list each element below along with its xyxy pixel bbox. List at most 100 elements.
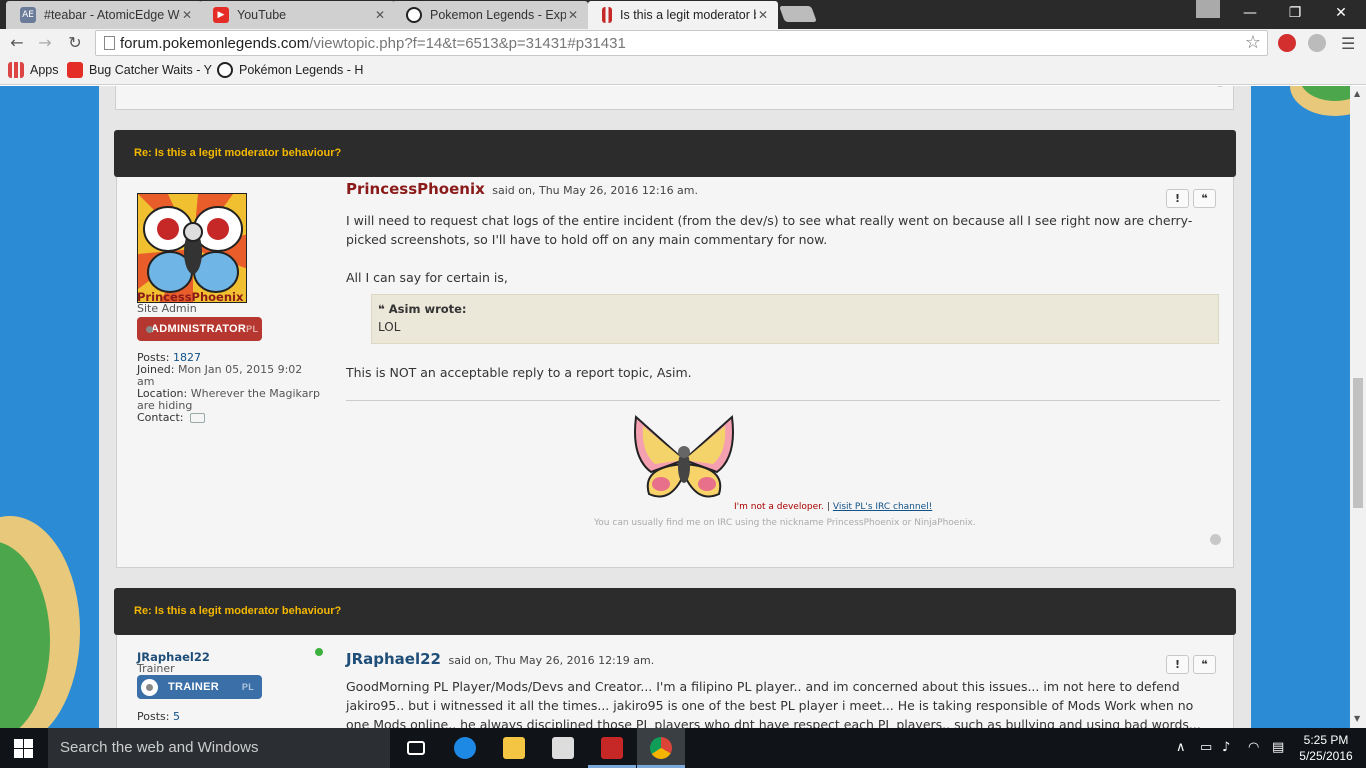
minimize-icon[interactable]: — xyxy=(1227,0,1273,25)
post: PrincessPhoenix Site Admin ADMINISTRATOR… xyxy=(116,177,1234,568)
tab-pokemon-legends[interactable]: Pokemon Legends - Explo ✕ xyxy=(392,1,588,29)
edge-icon[interactable] xyxy=(441,728,489,768)
post-quote: ❝ Asim wrote: LOL xyxy=(371,294,1219,344)
joined-date: Joined: Mon Jan 05, 2015 9:02 am xyxy=(137,363,303,388)
close-icon[interactable]: ✕ xyxy=(756,8,770,22)
windows-start-icon[interactable] xyxy=(14,739,33,758)
atomicedge-app-icon[interactable] xyxy=(588,728,636,768)
post-author-rank: Site Admin xyxy=(137,302,197,315)
youtube-icon: ▶ xyxy=(213,7,229,23)
reload-icon[interactable]: ↻ xyxy=(65,33,85,53)
tab-strip: AE #teabar - AtomicEdge We ✕ ▶ YouTube ✕… xyxy=(0,0,1366,29)
task-view-icon[interactable] xyxy=(392,728,440,768)
post-subject-header: Re: Is this a legit moderator behaviour? xyxy=(114,588,1236,635)
profile-icon[interactable] xyxy=(1196,0,1220,18)
close-icon[interactable]: ✕ xyxy=(180,8,194,22)
clock-date: 5/25/2016 xyxy=(1299,749,1353,763)
post-author-link[interactable]: JRaphael22 xyxy=(346,650,441,668)
url-text[interactable]: forum.pokemonlegends.com/viewtopic.php?f… xyxy=(120,35,626,52)
back-to-top-icon[interactable] xyxy=(1210,534,1221,545)
action-center-icon[interactable]: ▤ xyxy=(1272,740,1284,755)
file-explorer-icon[interactable] xyxy=(490,728,538,768)
wifi-icon[interactable]: ◠ xyxy=(1248,740,1259,755)
post: JRaphael22 Trainer TRAINER PL Posts: 5 J… xyxy=(116,635,1234,728)
quote-button[interactable]: ❝ xyxy=(1193,655,1216,674)
post-author-line: PrincessPhoenix said on, Thu May 26, 201… xyxy=(346,180,699,198)
background-map xyxy=(1250,86,1350,728)
close-icon[interactable]: ✕ xyxy=(373,8,387,22)
tab-title: YouTube xyxy=(237,8,287,22)
post-paragraph: GoodMorning PL Player/Mods/Devs and Crea… xyxy=(346,679,1201,728)
volume-icon[interactable]: ♪ xyxy=(1222,740,1230,755)
tab-title: #teabar - AtomicEdge We xyxy=(44,8,180,22)
scrollbar-thumb[interactable] xyxy=(1353,378,1363,508)
atomicedge-icon: AE xyxy=(20,7,36,23)
contact-bubble-icon[interactable] xyxy=(190,413,206,423)
taskbar-search-box[interactable]: Search the web and Windows xyxy=(48,728,390,768)
quote-button[interactable]: ❝ xyxy=(1193,189,1216,208)
online-status-icon xyxy=(315,648,323,656)
tray-chevron-icon[interactable]: ∧ xyxy=(1176,740,1186,755)
signature-butterfly-image xyxy=(631,412,737,507)
page-viewport: Re: Is this a legit moderator behaviour? xyxy=(0,86,1350,728)
close-window-icon[interactable]: ✕ xyxy=(1318,0,1364,25)
bookmark-pokemon-legends[interactable]: Pokémon Legends - H xyxy=(217,62,363,78)
report-button[interactable]: ! xyxy=(1166,189,1189,208)
forum-content: Re: Is this a legit moderator behaviour? xyxy=(99,86,1251,728)
tab-active-topic[interactable]: Is this a legit moderator b ✕ xyxy=(588,1,778,29)
page-icon xyxy=(104,36,115,50)
signature-divider xyxy=(346,400,1220,401)
tab-youtube[interactable]: ▶ YouTube ✕ xyxy=(199,1,395,29)
previous-post xyxy=(115,86,1234,110)
post-count-link[interactable]: 5 xyxy=(173,710,180,723)
close-icon[interactable]: ✕ xyxy=(566,8,580,22)
tab-teabar[interactable]: AE #teabar - AtomicEdge We ✕ xyxy=(6,1,202,29)
post-author-link[interactable]: PrincessPhoenix xyxy=(346,180,485,198)
irc-channel-link[interactable]: Visit PL's IRC channel! xyxy=(833,502,932,512)
clock-time: 5:25 PM xyxy=(1303,733,1349,747)
browser-toolbar: ← → ↻ forum.pokemonlegends.com/viewtopic… xyxy=(0,29,1366,57)
post-author-rank: Trainer xyxy=(137,662,175,675)
signature-note: You can usually find me on IRC using the… xyxy=(594,518,976,528)
store-icon[interactable] xyxy=(539,728,587,768)
quote-text: LOL xyxy=(378,320,401,334)
restore-icon[interactable]: ❐ xyxy=(1272,0,1318,25)
quote-author: ❝ Asim wrote: xyxy=(378,302,467,316)
page-scrollbar[interactable]: ▲ ▼ xyxy=(1350,86,1366,728)
extension-icon[interactable] xyxy=(1278,34,1296,52)
bookmark-apps[interactable]: Apps xyxy=(8,62,59,78)
pokeball-icon xyxy=(141,678,158,696)
menu-icon[interactable]: ☰ xyxy=(1341,34,1355,53)
report-button[interactable]: ! xyxy=(1166,655,1189,674)
new-tab-button[interactable] xyxy=(779,6,817,22)
chrome-icon[interactable] xyxy=(637,728,685,768)
back-icon[interactable]: ← xyxy=(7,33,27,53)
post-paragraph: This is NOT an acceptable reply to a rep… xyxy=(346,365,692,380)
post-paragraph: I will need to request chat logs of the … xyxy=(346,213,1193,247)
background-map xyxy=(0,86,100,728)
bookmark-star-icon[interactable]: ☆ xyxy=(1245,32,1261,53)
bookmarks-bar: Apps Bug Catcher Waits - Y Pokémon Legen… xyxy=(0,57,1366,85)
avatar[interactable] xyxy=(137,193,247,303)
taskbar-clock[interactable]: 5:25 PM 5/25/2016 xyxy=(1296,732,1356,764)
address-bar[interactable]: forum.pokemonlegends.com/viewtopic.php?f… xyxy=(95,30,1268,56)
forward-icon[interactable]: → xyxy=(35,33,55,53)
post-author-line: JRaphael22 said on, Thu May 26, 2016 12:… xyxy=(346,650,655,668)
pokeball-icon xyxy=(406,7,422,23)
tab-title: Is this a legit moderator b xyxy=(620,8,756,22)
windows-taskbar: Search the web and Windows ∧ ▭ ♪ ◠ ▤ 5:2… xyxy=(0,728,1366,768)
bookmark-bug-catcher[interactable]: Bug Catcher Waits - Y xyxy=(67,62,212,78)
location: Location: Wherever the Magikarp are hidi… xyxy=(137,387,320,412)
apps-grid-icon xyxy=(8,62,24,78)
extension-icon[interactable] xyxy=(1308,34,1326,52)
rank-badge: ADMINISTRATOR PL xyxy=(137,317,262,341)
scroll-down-icon[interactable]: ▼ xyxy=(1354,714,1360,723)
post-paragraph: All I can say for certain is, xyxy=(346,270,508,285)
scroll-up-icon[interactable]: ▲ xyxy=(1354,89,1360,98)
pokeball-icon xyxy=(217,62,233,78)
back-to-top-icon[interactable] xyxy=(1215,86,1225,87)
contact: Contact: xyxy=(137,412,322,424)
post-count: Posts: 5 xyxy=(137,710,180,723)
battery-icon[interactable]: ▭ xyxy=(1200,740,1212,755)
rank-badge: TRAINER PL xyxy=(137,675,262,699)
